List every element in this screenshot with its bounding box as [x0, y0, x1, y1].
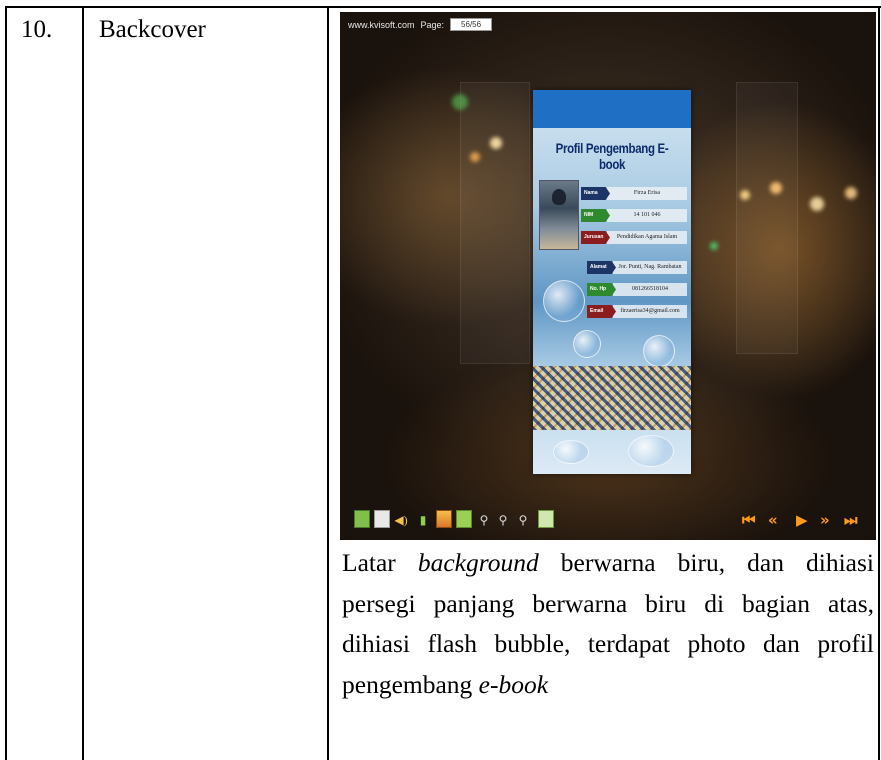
table-border-left [5, 6, 7, 760]
table-border-right [878, 6, 880, 760]
flash-bubble [553, 440, 589, 464]
bokeh-light [810, 197, 824, 211]
field-row-phone: No. Hp 081266518104 [587, 282, 687, 297]
background-panel-right [736, 82, 798, 354]
field-label: Jurusan [581, 231, 610, 244]
bokeh-light [845, 187, 857, 199]
gallery-icon[interactable] [436, 510, 452, 528]
field-value: Pendidikan Agama Islam [607, 231, 687, 244]
sound-icon[interactable]: ◀) [394, 512, 408, 528]
row-number: 10. [21, 16, 53, 43]
flash-bubble [543, 280, 585, 322]
first-page-icon[interactable]: ⏮ [742, 512, 756, 528]
blue-header-rectangle [533, 90, 691, 128]
bokeh-light [490, 137, 502, 149]
page-label: Page: [420, 19, 445, 30]
zoom-out-icon[interactable]: ⚲ [496, 512, 510, 528]
flash-bubble [643, 335, 675, 367]
bookmark-icon[interactable]: ▮ [416, 512, 430, 528]
profile-title: Profil Pengembang E-book [555, 140, 669, 172]
search-icon[interactable]: ⚲ [516, 512, 530, 528]
caption-italic-background: background [417, 548, 539, 577]
field-value: 14 101 046 [607, 209, 687, 222]
field-value: 081266518104 [613, 283, 687, 296]
field-label: NIM [581, 209, 610, 222]
last-page-icon[interactable]: ⏭ [844, 512, 858, 528]
table-border-top [5, 6, 881, 8]
field-row-address: Alamat Jor. Punti, Nag. Rambatan [587, 260, 687, 275]
field-value: Firza Erisa [607, 187, 687, 200]
book-page: Profil Pengembang E-book Nama Firza Eris… [533, 90, 691, 474]
flash-bubble [573, 330, 601, 358]
page-number-field[interactable]: 56/56 [450, 18, 493, 31]
print-icon[interactable] [456, 510, 472, 528]
flipbook-screenshot: www.kvisoft.com Page: 56/56 Profil Penge… [340, 12, 876, 540]
site-url[interactable]: www.kvisoft.com [348, 20, 415, 30]
thumbnails-icon[interactable] [354, 510, 370, 528]
play-icon[interactable]: ▶ [796, 512, 808, 528]
bokeh-light [770, 182, 782, 194]
previous-page-icon[interactable]: « [768, 512, 778, 528]
bokeh-light [740, 190, 750, 200]
developer-photo [539, 180, 579, 250]
table-divider-1 [82, 6, 84, 760]
description-text: Latar background berwarna biru, dan dihi… [342, 543, 874, 705]
field-label: Nama [581, 187, 610, 200]
bokeh-light [710, 242, 718, 250]
flash-bubble [628, 435, 674, 467]
next-page-icon[interactable]: » [820, 512, 830, 528]
table-divider-2 [327, 6, 329, 760]
bokeh-light [452, 94, 468, 110]
field-row-nim: NIM 14 101 046 [581, 208, 687, 223]
field-label: Alamat [587, 261, 616, 274]
background-panel-left [460, 82, 530, 364]
field-label: Email [587, 305, 616, 318]
caption-italic-ebook: e-book [478, 669, 549, 699]
field-row-name: Nama Firza Erisa [581, 186, 687, 201]
viewer-topbar: www.kvisoft.com Page: 56/56 [348, 18, 493, 31]
zoom-in-icon[interactable]: ⚲ [477, 512, 491, 528]
field-label: No. Hp [587, 283, 616, 296]
viewer-toolbar: ◀) ▮ ⚲ ⚲ ⚲ ⏮ « ▶ » ⏭ [340, 498, 876, 540]
caption-text-1: Latar [342, 548, 418, 577]
row-item-label: Backcover [99, 16, 206, 43]
batik-pattern-band [533, 366, 691, 430]
bokeh-light [470, 152, 480, 162]
field-row-email: Email firzaerisa34@gmail.com [587, 304, 687, 319]
table-of-contents-icon[interactable] [374, 510, 390, 528]
field-value: Jor. Punti, Nag. Rambatan [613, 261, 687, 274]
field-value: firzaerisa34@gmail.com [613, 305, 687, 318]
field-row-major: Jurusan Pendidikan Agama Islam [581, 230, 687, 245]
fullscreen-icon[interactable] [538, 510, 554, 528]
